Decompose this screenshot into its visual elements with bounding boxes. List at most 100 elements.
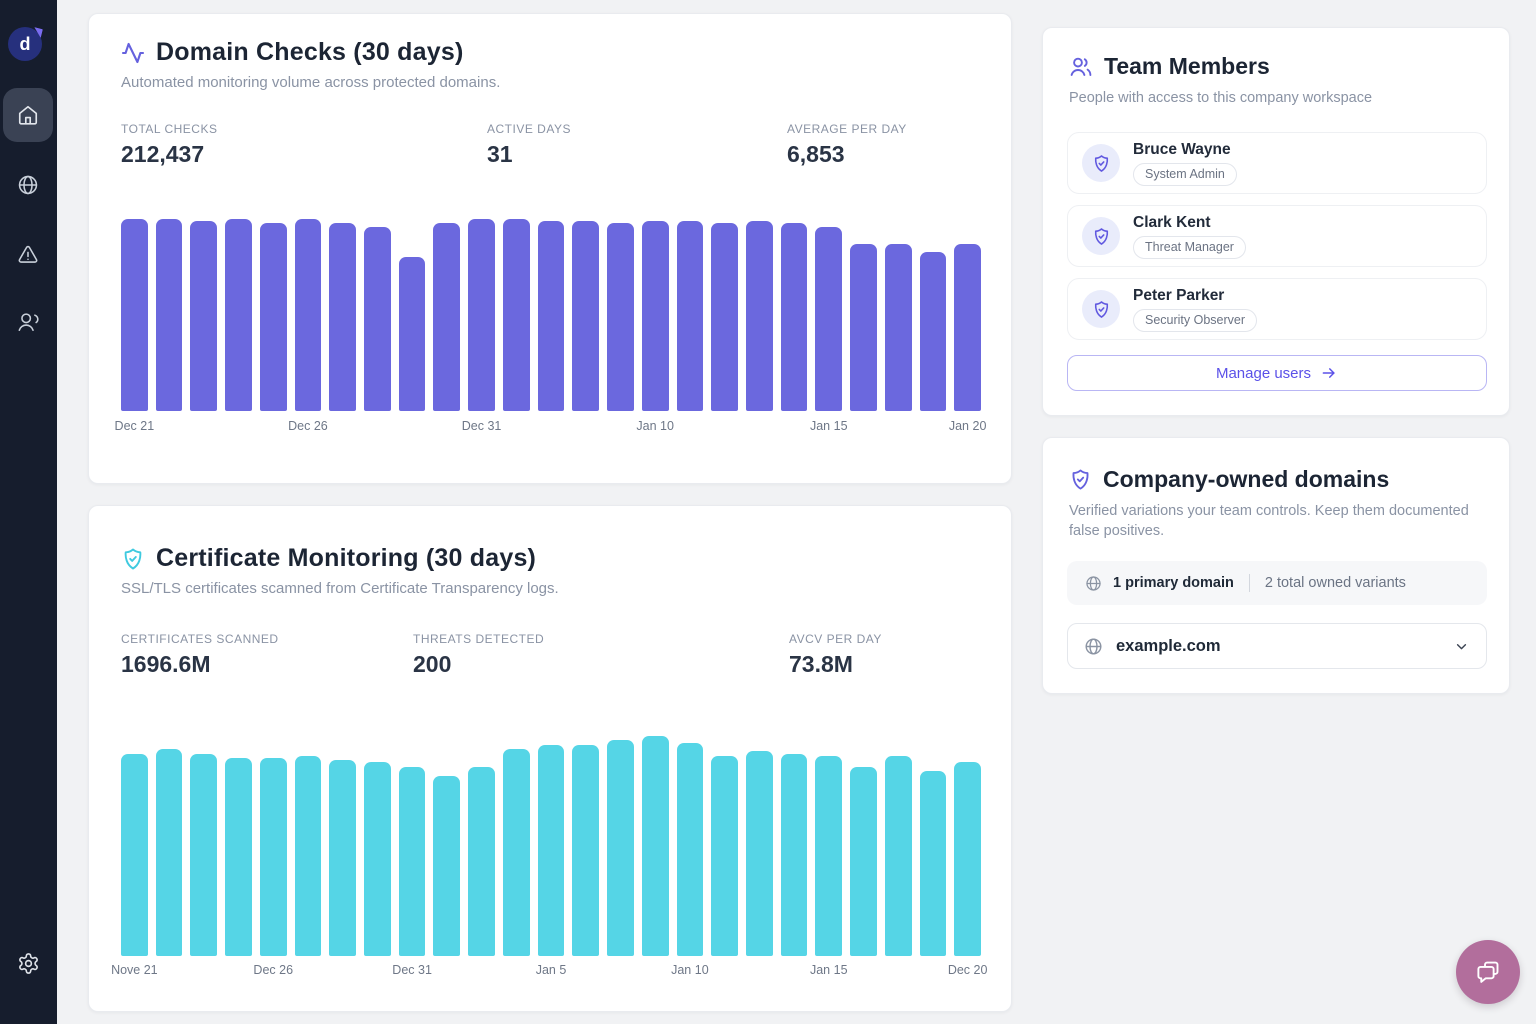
manage-users-button[interactable]: Manage users	[1067, 355, 1487, 391]
bar[interactable]	[781, 223, 808, 411]
bar[interactable]	[607, 740, 634, 956]
avatar	[1082, 144, 1120, 182]
sidebar-item-team[interactable]	[3, 295, 53, 349]
x-axis-label: Dec 31	[392, 963, 432, 977]
bar[interactable]	[677, 221, 704, 411]
bar[interactable]	[711, 223, 738, 411]
bar[interactable]	[190, 221, 217, 411]
x-axis-label: Jan 10	[636, 419, 674, 433]
x-axis-label: Jan 10	[671, 963, 709, 977]
bar[interactable]	[364, 762, 391, 956]
manage-users-label: Manage users	[1216, 365, 1311, 382]
bar[interactable]	[954, 244, 981, 411]
team-members-title: Team Members	[1104, 53, 1270, 80]
team-members-list: Bruce WayneSystem Admin Clark KentThreat …	[1067, 132, 1487, 340]
bar[interactable]	[121, 219, 148, 411]
primary-domain-count: 1 primary domain	[1113, 575, 1234, 591]
bar[interactable]	[295, 756, 322, 956]
bar[interactable]	[815, 227, 842, 411]
x-axis-label: Jan 15	[810, 419, 848, 433]
bar[interactable]	[850, 767, 877, 956]
bar[interactable]	[781, 754, 808, 956]
bar[interactable]	[746, 221, 773, 411]
member-role-badge: Security Observer	[1133, 309, 1257, 332]
chat-button[interactable]	[1456, 940, 1520, 1004]
member-info: Clark KentThreat Manager	[1133, 214, 1246, 259]
bar[interactable]	[329, 760, 356, 956]
x-axis-label: Nove 21	[111, 963, 158, 977]
divider	[1249, 574, 1250, 592]
bar[interactable]	[260, 758, 287, 956]
bar[interactable]	[503, 219, 530, 411]
bar[interactable]	[746, 751, 773, 956]
stat-active-days: ACTIVE DAYS 31	[487, 122, 571, 168]
bar[interactable]	[433, 223, 460, 411]
bar[interactable]	[468, 767, 495, 956]
app-logo[interactable]: d	[8, 27, 42, 61]
bar[interactable]	[572, 221, 599, 411]
bar[interactable]	[399, 767, 426, 956]
bar[interactable]	[538, 745, 565, 956]
stat-value: 73.8M	[789, 651, 882, 678]
x-axis-label: Dec 21	[115, 419, 155, 433]
sidebar-item-domains[interactable]	[3, 158, 53, 212]
bar[interactable]	[364, 227, 391, 411]
bar[interactable]	[399, 257, 426, 411]
certificate-monitoring-bar-chart	[121, 736, 981, 956]
bar[interactable]	[329, 223, 356, 411]
bar[interactable]	[885, 756, 912, 956]
owned-domains-card: Company-owned domains Verified variation…	[1042, 437, 1510, 694]
domain-dropdown[interactable]: example.com	[1067, 623, 1487, 669]
x-axis-label: Jan 15	[810, 963, 848, 977]
bar[interactable]	[190, 754, 217, 956]
stat-value: 31	[487, 141, 571, 168]
x-axis-label: Dec 26	[288, 419, 328, 433]
sidebar-item-settings[interactable]	[3, 936, 53, 990]
user-icon	[17, 311, 39, 333]
bar[interactable]	[295, 219, 322, 411]
member-name: Peter Parker	[1133, 287, 1257, 304]
bar[interactable]	[642, 221, 669, 411]
bar[interactable]	[260, 223, 287, 411]
sidebar-item-alerts[interactable]	[3, 228, 53, 282]
bar[interactable]	[503, 749, 530, 956]
sidebar-item-home[interactable]	[3, 88, 53, 142]
bar[interactable]	[677, 743, 704, 956]
bar[interactable]	[572, 745, 599, 956]
bar[interactable]	[954, 762, 981, 956]
chat-bubbles-icon	[1473, 957, 1503, 987]
alert-triangle-icon	[17, 244, 39, 266]
bar[interactable]	[156, 219, 183, 411]
bar[interactable]	[711, 756, 738, 956]
bar[interactable]	[538, 221, 565, 411]
bar[interactable]	[225, 219, 252, 411]
bar[interactable]	[885, 244, 912, 411]
bar[interactable]	[156, 749, 183, 956]
bar[interactable]	[433, 776, 460, 956]
bar[interactable]	[225, 758, 252, 956]
domain-checks-card: Domain Checks (30 days) Automated monito…	[88, 13, 1012, 484]
bar[interactable]	[642, 736, 669, 956]
team-members-card: Team Members People with access to this …	[1042, 27, 1510, 416]
bar[interactable]	[607, 223, 634, 411]
bar[interactable]	[468, 219, 495, 411]
team-member-row: Bruce WayneSystem Admin	[1067, 132, 1487, 194]
shield-check-icon	[1092, 227, 1111, 246]
shield-check-icon	[1069, 468, 1092, 491]
bar[interactable]	[920, 771, 947, 956]
certificate-monitoring-title: Certificate Monitoring (30 days)	[156, 544, 536, 573]
stat-avcv-per-day: AVCV PER DAY 73.8M	[789, 632, 882, 678]
team-members-header: Team Members People with access to this …	[1069, 53, 1487, 108]
bar[interactable]	[121, 754, 148, 956]
bar[interactable]	[920, 252, 947, 411]
domain-checks-header: Domain Checks (30 days) Automated monito…	[121, 38, 500, 91]
stat-label: AVERAGE PER DAY	[787, 122, 907, 136]
stat-value: 6,853	[787, 141, 907, 168]
x-axis-label: Dec 20	[948, 963, 988, 977]
bar[interactable]	[815, 756, 842, 956]
member-name: Clark Kent	[1133, 214, 1246, 231]
x-axis-label: Dec 31	[462, 419, 502, 433]
bar[interactable]	[850, 244, 877, 411]
stat-value: 1696.6M	[121, 651, 279, 678]
owned-domains-subtitle: Verified variations your team controls. …	[1069, 501, 1487, 541]
